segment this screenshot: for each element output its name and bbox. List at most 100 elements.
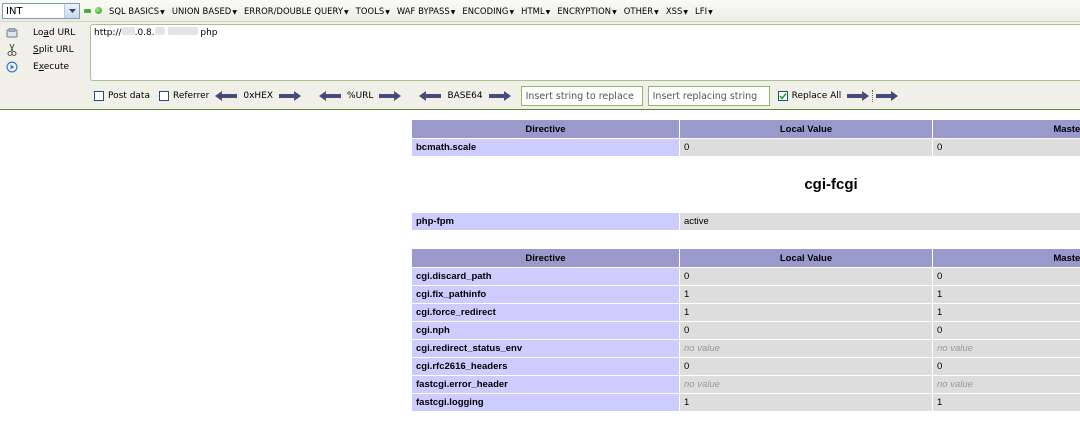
caret-down-icon: ▼	[612, 9, 617, 16]
split-url-button[interactable]: Split URL	[6, 42, 74, 58]
redacted-segment	[121, 27, 135, 35]
caret-down-icon: ▼	[545, 9, 551, 16]
caret-down-icon: ▼	[344, 9, 349, 16]
scissors-icon	[6, 44, 18, 56]
table-row: cgi.nph 0 0	[411, 321, 1080, 340]
hackbar-menubar: INT SQL BASICS▼ UNION BASED▼ ERROR/DOUBL…	[0, 0, 1080, 22]
redacted-segment	[167, 27, 198, 35]
master-value: 0	[932, 267, 1080, 286]
hex-decode-arrow-icon[interactable]	[215, 91, 238, 101]
menu-xss[interactable]: XSS▼	[666, 6, 688, 16]
menu-sql-basics[interactable]: SQL BASICS▼	[109, 6, 165, 16]
header-local-value: Local Value	[679, 248, 933, 268]
menu-encoding[interactable]: ENCODING▼	[462, 6, 514, 16]
caret-down-icon: ▼	[654, 9, 659, 16]
directive-name: fastcgi.error_header	[411, 375, 680, 394]
load-url-icon	[6, 27, 18, 39]
table-header-row: Directive Local Value Master	[411, 248, 1080, 268]
load-url-button[interactable]: Load URL	[6, 25, 75, 41]
table-row: cgi.redirect_status_env no value no valu…	[411, 339, 1080, 358]
header-directive: Directive	[411, 248, 680, 268]
caret-down-icon: ▼	[708, 9, 713, 16]
local-value: 1	[679, 285, 933, 304]
menu-union-based[interactable]: UNION BASED▼	[172, 6, 237, 16]
replace-next-arrow-icon[interactable]	[876, 91, 899, 101]
caret-down-icon: ▼	[160, 9, 165, 16]
table-row: php-fpm active	[411, 212, 1080, 231]
table-row: cgi.rfc2616_headers 0 0	[411, 357, 1080, 376]
directive-value: active	[679, 212, 1080, 231]
referrer-label: Referrer	[172, 91, 210, 101]
header-master: Master	[932, 119, 1080, 139]
chevron-down-icon[interactable]	[64, 4, 79, 18]
local-value: 1	[679, 303, 933, 322]
header-master: Master	[932, 248, 1080, 268]
master-value: 0	[932, 321, 1080, 340]
separator	[872, 90, 874, 102]
master-value: 1	[932, 303, 1080, 322]
base64-decode-arrow-icon[interactable]	[419, 91, 442, 101]
execute-button[interactable]: Execute	[6, 59, 69, 75]
master-value: 0	[932, 138, 1080, 157]
menu-other[interactable]: OTHER▼	[624, 6, 659, 16]
table-row: fastcgi.logging 1 1	[411, 393, 1080, 412]
play-icon	[6, 61, 18, 73]
table-row: cgi.force_redirect 1 1	[411, 303, 1080, 322]
post-data-checkbox[interactable]	[94, 91, 104, 101]
local-value: 0	[679, 138, 933, 157]
directive-name: cgi.discard_path	[411, 267, 680, 286]
base64-label: BASE64	[447, 91, 483, 101]
caret-down-icon: ▼	[509, 9, 515, 16]
cgi-fcgi-status-table: php-fpm active	[411, 212, 1080, 231]
directive-name: cgi.nph	[411, 321, 680, 340]
header-directive: Directive	[411, 119, 680, 139]
directive-name: cgi.fix_pathinfo	[411, 285, 680, 304]
injection-type-value: INT	[6, 5, 23, 17]
menu-tools[interactable]: TOOLS▼	[356, 6, 390, 16]
local-value: 0	[679, 267, 933, 286]
local-value: 0	[679, 321, 933, 340]
master-value: 1	[932, 285, 1080, 304]
master-value: 1	[932, 393, 1080, 412]
replace-arrow-icon[interactable]	[847, 91, 870, 101]
hex-encode-arrow-icon[interactable]	[279, 91, 302, 101]
menu-html[interactable]: HTML▼	[521, 6, 550, 16]
directive-name: cgi.force_redirect	[411, 303, 680, 322]
menu-error-double-query[interactable]: ERROR/DOUBLE QUERY▼	[244, 6, 349, 16]
caret-down-icon: ▼	[385, 9, 390, 16]
replacing-string-input[interactable]: Insert replacing string	[647, 86, 770, 106]
replace-string-input[interactable]: Insert string to replace	[520, 86, 643, 106]
replace-all-checkbox[interactable]	[777, 91, 788, 101]
url-textarea[interactable]: http://.0.8. php	[90, 24, 1080, 81]
injection-type-select[interactable]: INT	[2, 3, 80, 19]
caret-down-icon: ▼	[683, 9, 689, 16]
menu-encryption[interactable]: ENCRYPTION▼	[557, 6, 616, 16]
master-value: 0	[932, 357, 1080, 376]
url-decode-arrow-icon[interactable]	[319, 91, 342, 101]
cgi-fcgi-directive-table: Directive Local Value Master cgi.discard…	[411, 248, 1080, 412]
status-dot-icon[interactable]	[95, 7, 102, 14]
hackbar-actions: Load URL Split URL Execute	[0, 22, 90, 110]
hackbar-toolbar: INT SQL BASICS▼ UNION BASED▼ ERROR/DOUBL…	[0, 0, 1080, 110]
url-encode-arrow-icon[interactable]	[379, 91, 402, 101]
caret-down-icon: ▼	[450, 9, 456, 16]
base64-encode-arrow-icon[interactable]	[488, 91, 511, 101]
post-data-label: Post data	[108, 91, 150, 101]
directive-name: cgi.rfc2616_headers	[411, 357, 680, 376]
table-row: cgi.fix_pathinfo 1 1	[411, 285, 1080, 304]
referrer-checkbox[interactable]	[158, 91, 169, 101]
url-value: http://.0.8. php	[94, 27, 218, 38]
toggle-icon[interactable]	[84, 9, 91, 13]
local-value: no value	[679, 339, 933, 358]
directive-name: bcmath.scale	[411, 138, 680, 157]
directive-name: php-fpm	[411, 212, 680, 231]
hackbar-menus: SQL BASICS▼ UNION BASED▼ ERROR/DOUBLE QU…	[109, 0, 720, 22]
menu-lfi[interactable]: LFI▼	[695, 6, 713, 16]
menu-waf-bypass[interactable]: WAF BYPASS▼	[397, 6, 455, 16]
url-encode-label: %URL	[347, 91, 374, 101]
hackbar-options: Post data Referrer 0xHEX %URL BASE64 Ins…	[94, 86, 1074, 106]
table-row: bcmath.scale 0 0	[411, 138, 1080, 157]
replace-all-label: Replace All	[791, 91, 842, 101]
table-header-row: Directive Local Value Master	[411, 119, 1080, 139]
section-title: cgi-fcgi	[804, 176, 858, 193]
